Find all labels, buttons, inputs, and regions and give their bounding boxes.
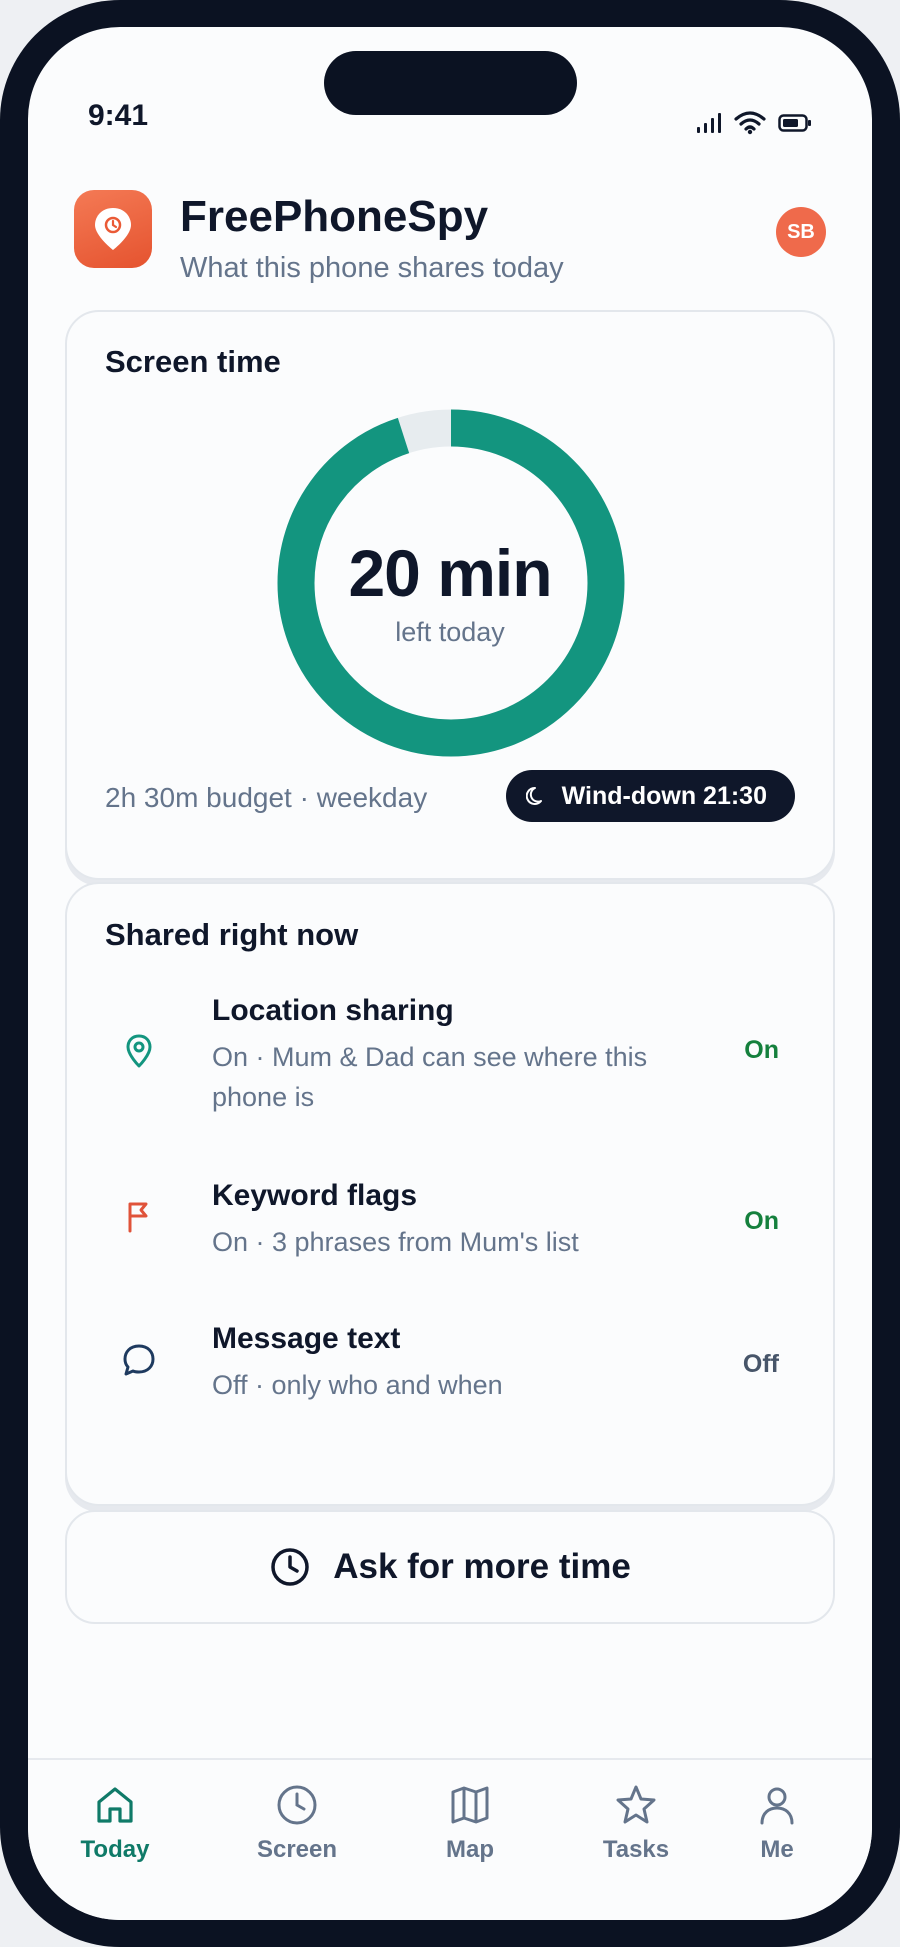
share-item-title: Location sharing [212, 994, 454, 1027]
share-item-keywords[interactable]: Keyword flags On · 3 phrases from Mum's … [67, 1179, 833, 1269]
time-remaining-label: left today [395, 617, 505, 647]
tab-today[interactable]: Today [50, 1782, 180, 1882]
wind-down-badge[interactable]: Wind-down 21:30 [505, 770, 795, 822]
dynamic-island [324, 51, 577, 115]
app-logo [74, 190, 152, 268]
flag-icon [128, 1202, 148, 1233]
ask-more-time-label: Ask for more time [333, 1547, 631, 1586]
share-item-state[interactable]: On [744, 1207, 779, 1236]
bottom-tab-bar: Today Screen Map Tasks Me [28, 1758, 872, 1920]
tab-label: Today [80, 1836, 150, 1863]
home-icon [97, 1787, 133, 1823]
app-name: FreePhoneSpy [180, 192, 489, 241]
shared-now-title: Shared right now [105, 917, 359, 952]
share-item-description: On · 3 phrases from Mum's list [212, 1227, 579, 1257]
tab-label: Tasks [602, 1836, 670, 1863]
share-item-title: Keyword flags [212, 1179, 418, 1212]
clock-icon [277, 1785, 317, 1825]
status-time: 9:41 [88, 99, 149, 132]
screen-time-card: Screen time 20 min left today 2h 30m bud… [65, 310, 835, 880]
share-item-state[interactable]: Off [743, 1350, 779, 1379]
budget-text: 2h 30m budget · weekday [105, 782, 428, 813]
moon-icon [525, 786, 542, 805]
shared-now-card: Shared right now Location sharing On · M… [65, 882, 835, 1506]
app-subtitle: What this phone shares today [180, 252, 564, 284]
cellular-signal-icon [697, 113, 721, 133]
chat-bubble-icon [123, 1344, 155, 1376]
tab-label: Me [760, 1836, 794, 1863]
tab-tasks[interactable]: Tasks [571, 1782, 701, 1882]
share-item-state[interactable]: On [744, 1036, 779, 1065]
share-item-location[interactable]: Location sharing On · Mum & Dad can see … [67, 994, 833, 1134]
person-icon [760, 1787, 794, 1825]
tab-label: Screen [256, 1836, 338, 1863]
phone-frame: 9:41 FreePhoneSpy What this phone shares… [0, 0, 900, 1947]
tab-me[interactable]: Me [712, 1782, 842, 1882]
avatar[interactable]: SB [776, 207, 826, 257]
tab-label: Map [446, 1836, 494, 1863]
share-item-messages[interactable]: Message text Off · only who and when Off [67, 1322, 833, 1412]
status-icons [696, 111, 812, 135]
tab-screen[interactable]: Screen [232, 1782, 362, 1882]
screen-time-title: Screen time [105, 344, 281, 379]
tab-map[interactable]: Map [405, 1782, 535, 1882]
location-pin-logo-icon [95, 208, 131, 250]
screen: 9:41 FreePhoneSpy What this phone shares… [28, 27, 872, 1920]
app-header: FreePhoneSpy What this phone shares toda… [74, 190, 826, 300]
share-item-title: Message text [212, 1322, 401, 1355]
share-item-description: On · Mum & Dad can see where this phone … [212, 1042, 648, 1112]
map-icon [451, 1786, 489, 1824]
location-pin-icon [126, 1034, 152, 1068]
ask-more-time-button[interactable]: Ask for more time [65, 1510, 835, 1624]
wifi-icon [734, 111, 766, 135]
battery-icon [778, 114, 811, 132]
star-icon [616, 1785, 656, 1824]
time-remaining-value: 20 min [348, 536, 552, 610]
wind-down-label: Wind-down 21:30 [561, 781, 767, 810]
clock-icon [271, 1548, 309, 1586]
share-item-description: Off · only who and when [212, 1370, 503, 1400]
